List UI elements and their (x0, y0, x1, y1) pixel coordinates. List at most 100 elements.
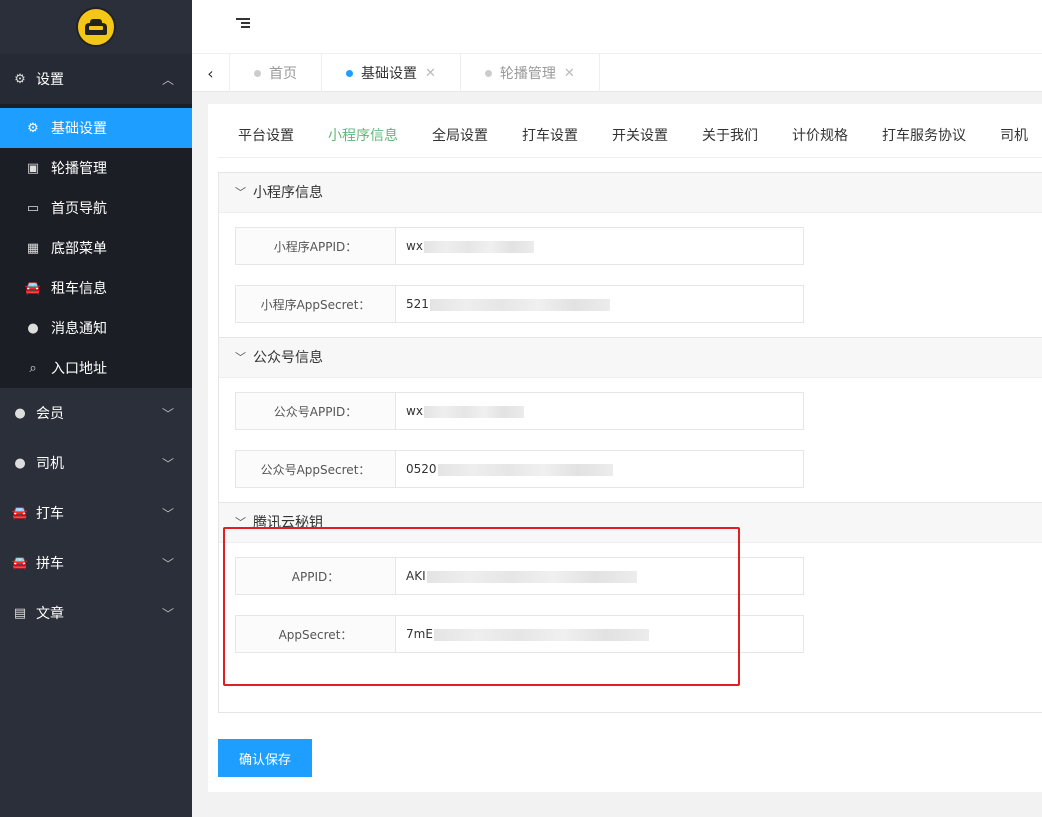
tab-global-settings[interactable]: 全局设置 (415, 114, 505, 157)
tab-driver[interactable]: 司机 (983, 114, 1042, 157)
form-row: 小程序APPID： wx (235, 227, 1042, 265)
car-icon: 🚘 (11, 505, 29, 521)
car-icon: 🚘 (11, 555, 29, 571)
tab-switch-settings[interactable]: 开关设置 (595, 114, 685, 157)
mini-program-appid-input[interactable]: wx (395, 227, 804, 265)
newspaper-icon: ▤ (13, 605, 27, 621)
tab-status-dot (346, 69, 353, 77)
mini-program-appsecret-input[interactable]: 521 (395, 285, 804, 323)
form-row: 公众号AppSecret： 0520 (235, 450, 1042, 488)
field-label: 公众号APPID： (235, 392, 395, 430)
sidebar-group-carpool[interactable]: 🚘 拼车 ﹀ (0, 538, 192, 588)
sidebar-item-car-rental[interactable]: 🚘 租车信息 (0, 268, 192, 308)
tab-status-dot (254, 69, 261, 77)
tab-platform-settings[interactable]: 平台设置 (218, 114, 311, 157)
sidebar-group-members[interactable]: ● 会员 ﹀ (0, 388, 192, 438)
sidebar-item-label: 底部菜单 (51, 241, 107, 257)
sidebar-item-home-nav[interactable]: ▭ 首页导航 (0, 188, 192, 228)
page-tab-carousel[interactable]: 轮播管理 ✕ (461, 54, 600, 92)
red-highlight-box (223, 527, 740, 686)
chevron-down-icon: ﹀ (161, 406, 174, 421)
tab-mini-program-info[interactable]: 小程序信息 (311, 114, 415, 157)
official-account-appid-input[interactable]: wx (395, 392, 804, 430)
tab-status-dot (484, 69, 492, 77)
menu-toggle-icon[interactable] (236, 18, 250, 30)
official-account-appsecret-input[interactable]: 0520 (395, 450, 804, 488)
sidebar: ⚙ 设置 ︿ ⚙ 基础设置 ▣ 轮播管理 ▭ 首页导航 ▦ 底部菜单 🚘 租车信… (0, 0, 192, 817)
sidebar-item-label: 消息通知 (51, 321, 107, 337)
section-title: 小程序信息 (253, 185, 323, 201)
sidebar-group-settings[interactable]: ⚙ 设置 ︿ (0, 54, 192, 104)
field-value: 0520 (406, 462, 437, 476)
page-tab-home[interactable]: 首页 (230, 54, 322, 92)
sidebar-item-carousel[interactable]: ▣ 轮播管理 (0, 148, 192, 188)
sidebar-group-articles[interactable]: ▤ 文章 ﹀ (0, 588, 192, 638)
redacted-mask (423, 405, 524, 418)
form-row: 公众号APPID： wx (235, 392, 1042, 430)
settings-card: 平台设置 小程序信息 全局设置 打车设置 开关设置 关于我们 计价规格 打车服务… (208, 104, 1042, 792)
sidebar-item-label: 轮播管理 (51, 161, 107, 177)
chevron-down-icon: ﹀ (235, 186, 246, 199)
section-header-mini-program[interactable]: ﹀ 小程序信息 (219, 173, 1042, 213)
chevron-down-icon: ﹀ (161, 506, 174, 521)
tab-pricing-rules[interactable]: 计价规格 (775, 114, 865, 157)
field-label: 公众号AppSecret： (235, 450, 395, 488)
sidebar-group-label: 司机 (36, 456, 64, 472)
tab-taxi-settings[interactable]: 打车设置 (505, 114, 595, 157)
sidebar-group-label: 拼车 (36, 556, 64, 572)
page-tab-label: 基础设置 (361, 66, 417, 82)
grid-icon: ▦ (26, 240, 40, 256)
page-tab-label: 首页 (269, 66, 297, 82)
sidebar-group-label: 设置 (36, 72, 64, 88)
chevron-left-icon: ‹ (207, 63, 214, 83)
sidebar-group-label: 会员 (36, 406, 64, 422)
sidebar-item-entry-url[interactable]: ⌕ 入口地址 (0, 348, 192, 388)
search-icon: ⌕ (29, 360, 37, 376)
taxi-logo-icon (76, 7, 116, 47)
redacted-mask (437, 463, 613, 476)
field-value: wx (406, 239, 423, 253)
page-tab-bar: ‹ 首页 基础设置 ✕ 轮播管理 ✕ (192, 54, 1042, 92)
sidebar-item-label: 首页导航 (51, 201, 107, 217)
sidebar-item-label: 租车信息 (51, 281, 107, 297)
gear-icon: ⚙ (27, 120, 39, 136)
section-header-official-account[interactable]: ﹀ 公众号信息 (219, 338, 1042, 378)
car-icon: 🚘 (24, 280, 42, 296)
chevron-down-icon: ﹀ (161, 456, 174, 471)
sidebar-item-bottom-menu[interactable]: ▦ 底部菜单 (0, 228, 192, 268)
sidebar-item-basic-settings[interactable]: ⚙ 基础设置 (0, 108, 192, 148)
close-icon[interactable]: ✕ (564, 66, 575, 81)
sidebar-item-notifications[interactable]: ● 消息通知 (0, 308, 192, 348)
form-row: 小程序AppSecret： 521 (235, 285, 1042, 323)
chat-icon: ● (27, 320, 39, 336)
top-header (192, 0, 1042, 54)
tab-scroll-left-button[interactable]: ‹ (192, 54, 230, 92)
chevron-up-icon: ︿ (161, 72, 174, 87)
close-icon[interactable]: ✕ (425, 66, 436, 81)
redacted-mask (429, 298, 610, 311)
sidebar-group-label: 打车 (36, 506, 64, 522)
user-icon: ● (14, 405, 26, 421)
field-value: wx (406, 404, 423, 418)
section-body-mini-program: 小程序APPID： wx 小程序AppSecret： 521 (219, 213, 1042, 338)
section-body-official-account: 公众号APPID： wx 公众号AppSecret： 0520 (219, 378, 1042, 503)
monitor-icon: ▭ (26, 200, 40, 216)
page-tab-basic-settings[interactable]: 基础设置 ✕ (322, 54, 461, 92)
page-tab-label: 轮播管理 (499, 66, 556, 82)
settings-tab-bar: 平台设置 小程序信息 全局设置 打车设置 开关设置 关于我们 计价规格 打车服务… (218, 114, 1042, 158)
settings-submenu: ⚙ 基础设置 ▣ 轮播管理 ▭ 首页导航 ▦ 底部菜单 🚘 租车信息 ● 消息通… (0, 104, 192, 388)
tab-service-agreement[interactable]: 打车服务协议 (865, 114, 983, 157)
sidebar-group-drivers[interactable]: ● 司机 ﹀ (0, 438, 192, 488)
gear-icon: ⚙ (14, 71, 26, 87)
redacted-mask (423, 240, 534, 253)
tab-about-us[interactable]: 关于我们 (685, 114, 775, 157)
section-title: 公众号信息 (253, 350, 323, 366)
field-label: 小程序AppSecret： (235, 285, 395, 323)
chevron-down-icon: ﹀ (161, 556, 174, 571)
sidebar-group-taxi[interactable]: 🚘 打车 ﹀ (0, 488, 192, 538)
confirm-save-button[interactable]: 确认保存 (218, 739, 312, 777)
logo-area (0, 0, 192, 54)
field-label: 小程序APPID： (235, 227, 395, 265)
chevron-down-icon: ﹀ (161, 606, 174, 621)
field-value: 521 (406, 297, 429, 311)
